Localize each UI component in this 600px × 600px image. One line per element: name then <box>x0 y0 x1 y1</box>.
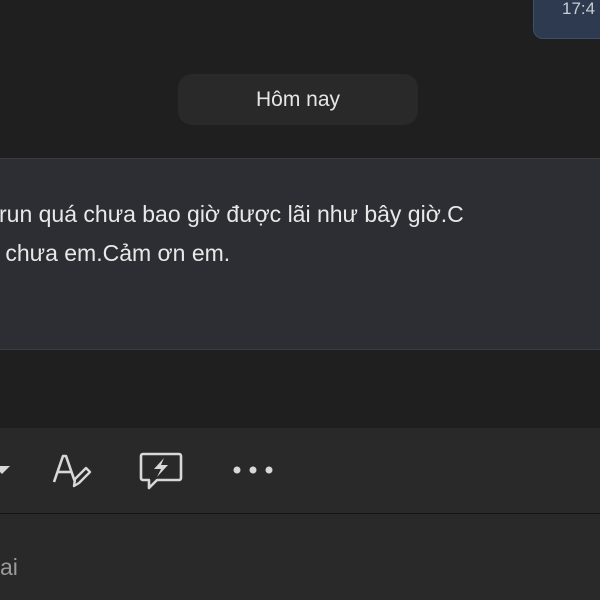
date-separator-label: Hôm nay <box>255 87 341 111</box>
compose-divider <box>0 513 600 514</box>
message-card[interactable]: run quá chưa bao giờ được lãi như bây gi… <box>0 158 600 350</box>
chevron-down-icon[interactable] <box>0 446 12 494</box>
message-line: run quá chưa bao giờ được lãi như bây gi… <box>0 201 464 227</box>
compose-input-placeholder[interactable]: ai <box>0 554 18 581</box>
format-text-icon[interactable] <box>48 446 92 494</box>
message-line: chưa em.Cảm ơn em. <box>0 240 231 266</box>
chat-screen: 17:4 Hôm nay run quá chưa bao giờ được l… <box>0 0 600 600</box>
sent-message-bubble[interactable]: 17:4 <box>533 0 600 39</box>
loop-component-icon[interactable] <box>137 446 185 494</box>
compose-box: ai <box>0 428 600 600</box>
message-body: run quá chưa bao giờ được lãi như bây gi… <box>0 195 464 273</box>
date-separator: Hôm nay <box>178 74 418 125</box>
message-timestamp: 17:4 <box>562 0 596 18</box>
more-options-icon[interactable] <box>231 446 275 494</box>
